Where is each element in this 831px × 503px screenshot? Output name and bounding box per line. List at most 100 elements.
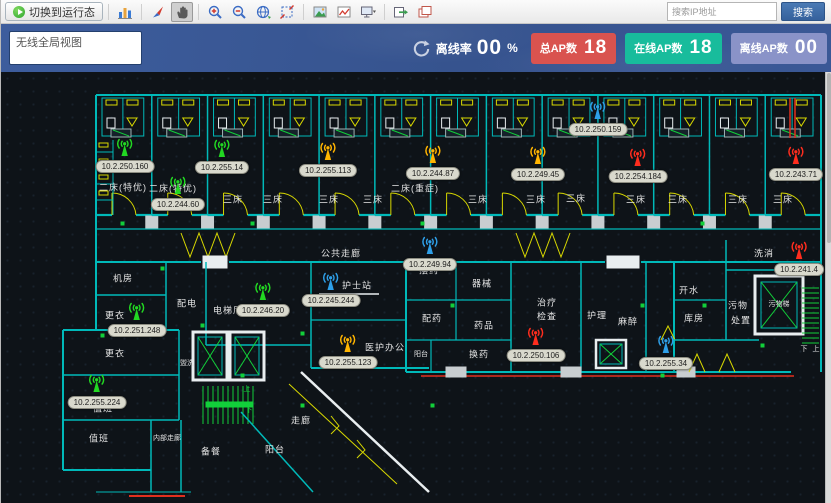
room-label: 三床	[263, 193, 283, 206]
stats-panel: 离线率 00 % 总AP数18在线AP数18离线AP数00	[412, 33, 827, 64]
offline-rate-label: 离线率	[436, 40, 472, 57]
ap-marker[interactable]: 10.2.244.60	[151, 173, 205, 211]
vertical-scrollbar[interactable]	[825, 72, 831, 503]
compass-button[interactable]	[147, 2, 169, 22]
room-label: 器械	[472, 277, 492, 290]
app-window: 切换到运行态 搜索 无线全局视图 离线率 00 % 总AP数18在线AP数18离…	[0, 0, 831, 503]
scrollbar-thumb[interactable]	[827, 73, 831, 243]
pan-hand-button[interactable]	[171, 2, 193, 22]
room-label: 阳台	[414, 349, 428, 359]
pan-hand-icon	[174, 4, 190, 20]
ap-marker[interactable]: 10.2.250.160	[96, 135, 155, 173]
bar-chart-button[interactable]	[114, 2, 136, 22]
room-label: 上	[813, 344, 820, 354]
snapshot-button[interactable]	[333, 2, 355, 22]
toolbar: 切换到运行态 搜索	[1, 0, 831, 24]
ap-marker[interactable]: 10.2.255.224	[68, 371, 127, 409]
ap-antenna-icon	[316, 269, 346, 296]
ap-marker[interactable]: 10.2.255.14	[195, 136, 249, 174]
room-label: 护理	[587, 309, 607, 322]
room-label: 下	[246, 405, 253, 415]
ap-marker[interactable]: 10.2.255.113	[299, 139, 357, 177]
room-label: 洗消	[754, 247, 774, 260]
floor-plan-canvas[interactable]: 二床(特优)二床(特优)三床三床三床三床二床(重症)三床三床三床三床三床三床三床…	[1, 72, 831, 503]
room-label: 麻醉	[618, 315, 638, 328]
room-label: 三床	[668, 193, 688, 206]
ap-marker[interactable]: 10.2.243.71	[769, 143, 823, 181]
ap-ip-label: 10.2.250.106	[507, 349, 566, 362]
room-label: 二床(特优)	[99, 181, 147, 194]
zoom-extents-icon	[279, 4, 295, 20]
room-label: 走廊	[291, 414, 311, 427]
zoom-globe-button[interactable]	[252, 2, 274, 22]
ap-ip-label: 10.2.244.60	[151, 198, 205, 211]
ap-marker[interactable]: 10.2.249.94	[403, 233, 457, 271]
room-label: 内部走廊	[153, 433, 181, 443]
ap-marker[interactable]: 10.2.251.248	[108, 299, 167, 337]
room-label: 配药	[422, 312, 442, 325]
ap-marker[interactable]: 10.2.249.45	[511, 143, 565, 181]
room-label: 三床	[626, 193, 646, 206]
ap-marker[interactable]: 10.2.241.4	[774, 238, 824, 276]
ap-antenna-icon	[583, 98, 613, 125]
toolbar-separator	[303, 4, 304, 20]
ap-antenna-icon	[623, 145, 653, 172]
ap-ip-label: 10.2.249.45	[511, 168, 565, 181]
zoom-out-button[interactable]	[228, 2, 250, 22]
room-label: 公共走廊	[321, 247, 361, 260]
badge-value: 18	[689, 37, 712, 59]
zoom-in-button[interactable]	[204, 2, 226, 22]
ap-count-badge: 离线AP数00	[731, 33, 827, 64]
room-label: 换药	[469, 348, 489, 361]
ap-ip-label: 10.2.255.123	[319, 356, 378, 369]
floor-plan-overlay: 二床(特优)二床(特优)三床三床三床三床二床(重症)三床三床三床三床三床三床三床…	[1, 72, 831, 503]
zoom-out-icon	[231, 4, 247, 20]
room-label: 值班	[89, 432, 109, 445]
search-ip-input[interactable]	[667, 2, 777, 21]
ap-count-badge: 总AP数18	[531, 33, 616, 64]
ap-marker[interactable]: 10.2.246.20	[236, 279, 290, 317]
ap-ip-label: 10.2.251.248	[108, 324, 167, 337]
export-button[interactable]	[390, 2, 412, 22]
ap-count-badges: 总AP数18在线AP数18离线AP数00	[531, 33, 827, 64]
ap-antenna-icon	[418, 142, 448, 169]
refresh-icon	[412, 39, 431, 58]
ap-marker[interactable]: 10.2.255.123	[319, 331, 378, 369]
ap-ip-label: 10.2.255.34	[639, 357, 693, 370]
ap-ip-label: 10.2.249.94	[403, 258, 457, 271]
room-label: 三床	[526, 193, 546, 206]
ap-ip-label: 10.2.250.159	[569, 123, 628, 136]
ap-marker[interactable]: 10.2.250.106	[507, 324, 566, 362]
ap-marker[interactable]: 10.2.255.34	[639, 332, 693, 370]
badge-label: 离线AP数	[740, 40, 788, 56]
ap-marker[interactable]: 10.2.245.244	[302, 269, 361, 307]
room-label: 盥洗	[180, 358, 194, 368]
room-label: 库房	[684, 312, 704, 325]
ap-antenna-icon	[248, 279, 278, 306]
room-label: 阳台	[265, 443, 285, 456]
zoom-extents-button[interactable]	[276, 2, 298, 22]
zoom-globe-icon	[255, 4, 271, 20]
search-button[interactable]: 搜索	[781, 2, 825, 21]
room-label: 三床	[223, 193, 243, 206]
display-mode-button[interactable]	[357, 2, 379, 22]
play-icon	[13, 6, 25, 18]
ap-antenna-icon	[163, 173, 193, 200]
image-button[interactable]	[309, 2, 331, 22]
windows-button[interactable]	[414, 2, 436, 22]
offline-rate-unit: %	[507, 41, 518, 55]
ap-marker[interactable]: 10.2.250.159	[569, 98, 628, 136]
ap-antenna-icon	[781, 143, 811, 170]
view-selector[interactable]: 无线全局视图	[9, 31, 142, 65]
ap-antenna-icon	[521, 324, 551, 351]
switch-run-state-button[interactable]: 切换到运行态	[5, 2, 103, 21]
ap-antenna-icon	[207, 136, 237, 163]
room-label: 机房	[113, 272, 133, 285]
ap-marker[interactable]: 10.2.244.87	[406, 142, 460, 180]
toolbar-separator	[108, 4, 109, 20]
room-label: 备餐	[201, 445, 221, 458]
room-label: 污物	[728, 299, 748, 312]
toolbar-separator	[384, 4, 385, 20]
ap-antenna-icon	[82, 371, 112, 398]
ap-marker[interactable]: 10.2.254.184	[609, 145, 668, 183]
